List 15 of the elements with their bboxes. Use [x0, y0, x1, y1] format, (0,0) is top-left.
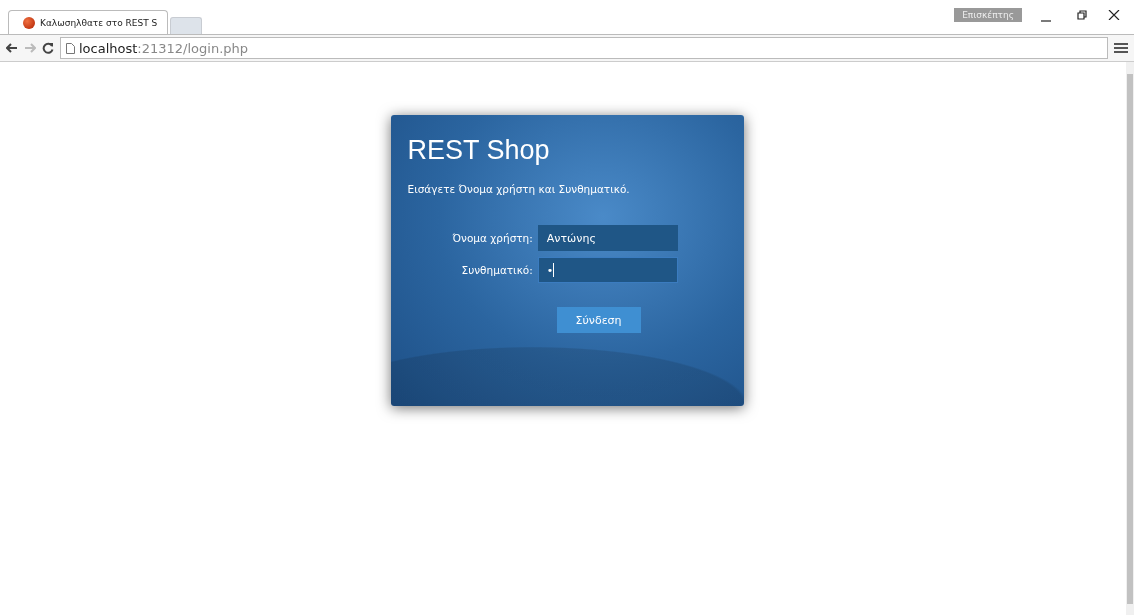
login-title: REST Shop — [407, 135, 551, 166]
back-icon[interactable] — [6, 43, 18, 53]
reload-icon[interactable] — [42, 42, 54, 54]
page-icon — [66, 42, 75, 54]
field-label: Όνομα χρήστη: — [452, 232, 533, 244]
browser-tab[interactable]: Καλωσηλθατε στο REST S — [8, 10, 168, 34]
scrollbar-thumb[interactable] — [1127, 74, 1133, 604]
favicon-icon — [23, 16, 35, 29]
instructions-text: Εισάγετε Όνομα χρήστη και Συνθηματικό. — [407, 183, 631, 195]
input-field[interactable]: • — [537, 257, 678, 283]
field-label: Συνθηματικό: — [460, 264, 533, 276]
tab-title: Καλωσηλθατε στο REST S — [40, 17, 158, 28]
menu-icon[interactable] — [1114, 42, 1128, 54]
address-bar[interactable]: localhost:21312/login.php — [60, 37, 1108, 59]
input-field[interactable]: Αντώνης — [537, 225, 678, 251]
